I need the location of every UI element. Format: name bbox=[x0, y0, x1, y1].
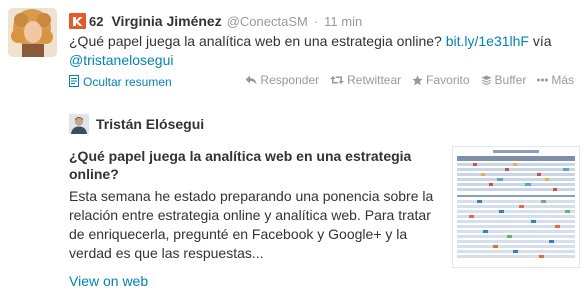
card-description: Esta semana he estado preparando una pon… bbox=[69, 188, 434, 261]
user-avatar[interactable] bbox=[8, 8, 57, 57]
hide-summary-button[interactable]: Ocultar resumen bbox=[69, 74, 172, 90]
tweet-mention[interactable]: @tristanelosegui bbox=[69, 52, 174, 68]
user-handle[interactable]: @ConectaSM bbox=[227, 14, 308, 29]
document-icon bbox=[69, 74, 79, 90]
tweet-text-main: ¿Qué papel juega la analítica web en una… bbox=[69, 33, 442, 49]
view-on-web-link[interactable]: View on web bbox=[69, 273, 148, 289]
reply-label: Responder bbox=[260, 73, 320, 87]
buffer-icon bbox=[481, 75, 492, 86]
more-dots-icon bbox=[537, 78, 549, 82]
card-author[interactable]: Tristán Elósegui bbox=[69, 113, 204, 135]
reply-icon bbox=[245, 75, 257, 85]
klout-score: 62 bbox=[89, 13, 104, 29]
retweet-icon bbox=[330, 75, 345, 85]
user-fullname[interactable]: Virginia Jiménez bbox=[111, 13, 221, 29]
tweet-link[interactable]: bit.ly/1e31lhF bbox=[446, 33, 529, 49]
author-avatar bbox=[69, 114, 89, 134]
tweet-text: ¿Qué papel juega la analítica web en una… bbox=[69, 32, 574, 70]
retweet-button[interactable]: Retwittear bbox=[330, 73, 401, 87]
separator: · bbox=[313, 13, 319, 29]
retweet-label: Retwittear bbox=[347, 73, 402, 87]
tweet-header: 62 Virginia Jiménez @ConectaSM · 11 min bbox=[69, 12, 362, 30]
favorite-label: Favorito bbox=[426, 73, 470, 87]
hide-summary-label: Ocultar resumen bbox=[83, 75, 172, 89]
card-author-name: Tristán Elósegui bbox=[96, 116, 205, 132]
reply-button[interactable]: Responder bbox=[245, 73, 319, 87]
star-icon bbox=[412, 74, 423, 86]
buffer-label: Buffer bbox=[494, 73, 527, 87]
favorite-button[interactable]: Favorito bbox=[412, 73, 470, 87]
more-label: Más bbox=[551, 73, 574, 87]
tweet-timestamp[interactable]: 11 min bbox=[324, 14, 362, 29]
klout-icon bbox=[69, 13, 86, 29]
card-thumbnail[interactable] bbox=[452, 146, 580, 268]
more-button[interactable]: Más bbox=[537, 73, 574, 87]
tweet-actions: Responder Retwittear Favorito Buffer Más bbox=[234, 72, 574, 88]
tweet-via: vía bbox=[532, 33, 552, 49]
card-title[interactable]: ¿Qué papel juega la analítica web en una… bbox=[69, 147, 439, 183]
buffer-button[interactable]: Buffer bbox=[481, 73, 527, 87]
